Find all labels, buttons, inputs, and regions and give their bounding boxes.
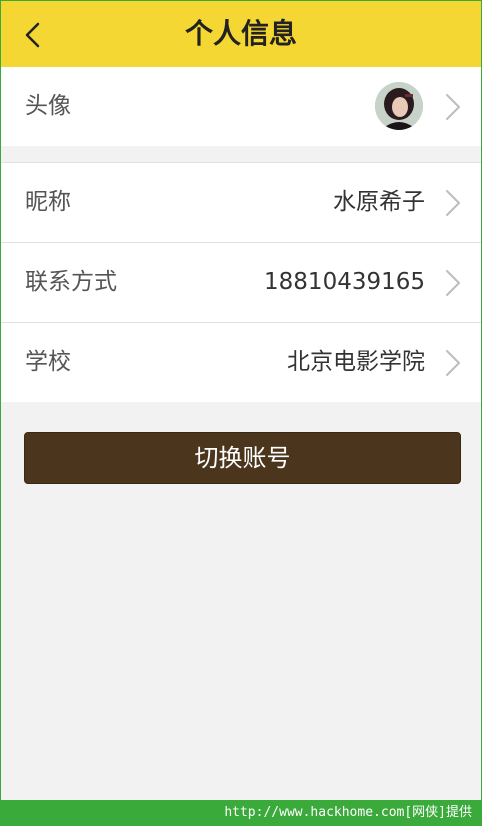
chevron-right-icon bbox=[446, 350, 460, 376]
chevron-right-icon bbox=[446, 270, 460, 296]
contact-value: 18810439165 bbox=[264, 269, 425, 295]
top-bar: 个人信息 bbox=[1, 1, 481, 67]
chevron-right-icon bbox=[446, 190, 460, 216]
avatar-section: 头像 bbox=[1, 67, 481, 146]
nickname-row[interactable]: 昵称 水原希子 bbox=[1, 163, 481, 243]
back-button[interactable] bbox=[15, 13, 55, 55]
contact-row[interactable]: 联系方式 18810439165 bbox=[1, 243, 481, 323]
school-row[interactable]: 学校 北京电影学院 bbox=[1, 323, 481, 402]
nickname-value: 水原希子 bbox=[333, 189, 425, 215]
app-screen: 个人信息 头像 昵称 水原希子 联系方式 18810439165 学校 北京电影… bbox=[0, 0, 482, 801]
school-label: 学校 bbox=[25, 349, 71, 375]
switch-account-button[interactable]: 切换账号 bbox=[24, 432, 461, 484]
back-arrow-icon bbox=[25, 22, 40, 48]
avatar bbox=[375, 82, 423, 130]
contact-label: 联系方式 bbox=[25, 269, 117, 295]
page-title: 个人信息 bbox=[184, 17, 297, 50]
school-value: 北京电影学院 bbox=[287, 349, 425, 375]
chevron-right-icon bbox=[446, 94, 460, 120]
nickname-label: 昵称 bbox=[25, 189, 71, 215]
avatar-row[interactable]: 头像 bbox=[1, 67, 481, 146]
avatar-label: 头像 bbox=[25, 93, 71, 119]
info-section: 昵称 水原希子 联系方式 18810439165 学校 北京电影学院 bbox=[1, 162, 481, 402]
watermark-bar: http://www.hackhome.com[网侠]提供 bbox=[0, 800, 482, 826]
